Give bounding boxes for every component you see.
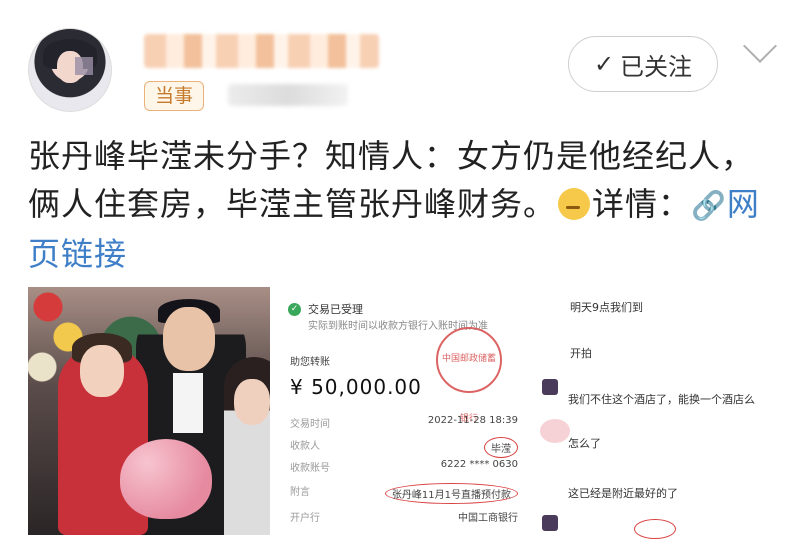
sticker-icon [540, 419, 570, 443]
chat-message: 明天9点我们到 [570, 301, 643, 314]
chat-screenshot-image[interactable]: 明天9点我们到 开拍 我们不住这个酒店了，能换一个酒店么 怎么了 这已经是附近最… [540, 287, 772, 539]
post-text: 张丹峰毕滢未分手？知情人：女方仍是他经纪人，俩人住套房，毕滢主管张丹峰财务。 详情… [28, 132, 773, 278]
post-photo[interactable] [28, 287, 270, 535]
user-tag-badge: 当事 [144, 81, 205, 111]
detail-label: 详情： [592, 185, 692, 223]
receipt-amount: ¥ 50,000.00 [290, 375, 422, 399]
chat-avatar [542, 379, 558, 395]
chat-avatar [542, 515, 558, 531]
success-check-icon: ✓ [288, 303, 301, 316]
username-blurred[interactable] [144, 34, 379, 68]
highlight-circle [634, 519, 676, 539]
chat-message: 开拍 [570, 347, 592, 360]
chat-message: 这已经是附近最好的了 [568, 487, 678, 500]
link-icon: 🔗 [691, 189, 727, 222]
post-meta-blurred [228, 84, 348, 106]
user-avatar[interactable] [28, 28, 112, 112]
transfer-receipt-image[interactable]: ✓ 交易已受理 实际到账时间以收款方银行入账时间为准 中国邮政储蓄银行 助您转账… [276, 287, 540, 535]
smirk-emoji-icon [558, 188, 591, 220]
receipt-status: 交易已受理 [308, 303, 363, 316]
follow-label: 已关注 [620, 52, 693, 81]
chevron-down-icon[interactable] [743, 29, 777, 63]
check-icon: ✓ [593, 50, 615, 78]
follow-button[interactable]: ✓ 已关注 [568, 36, 718, 92]
receipt-type: 助您转账 [290, 357, 330, 368]
bank-stamp: 中国邮政储蓄银行 [436, 327, 502, 424]
chat-message: 我们不住这个酒店了，能换一个酒店么 [568, 393, 755, 406]
chat-message: 怎么了 [568, 437, 601, 450]
